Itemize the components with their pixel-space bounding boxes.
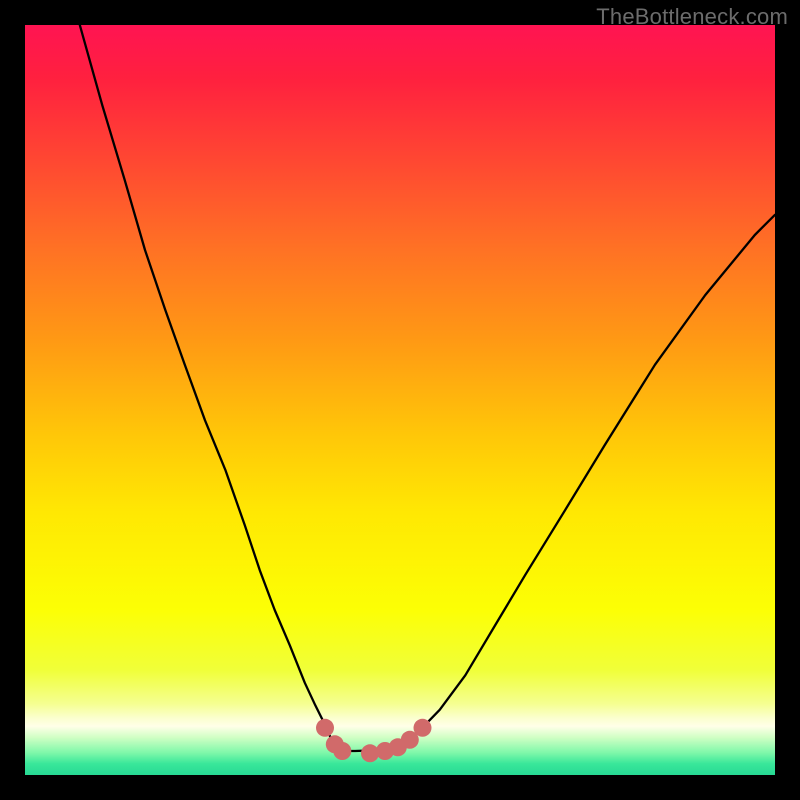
gradient-background [25, 25, 775, 775]
chart-svg [25, 25, 775, 775]
plot-area [25, 25, 775, 775]
marker-point [316, 719, 334, 737]
watermark-text: TheBottleneck.com [596, 4, 788, 30]
marker-point [333, 742, 351, 760]
marker-point [414, 719, 432, 737]
